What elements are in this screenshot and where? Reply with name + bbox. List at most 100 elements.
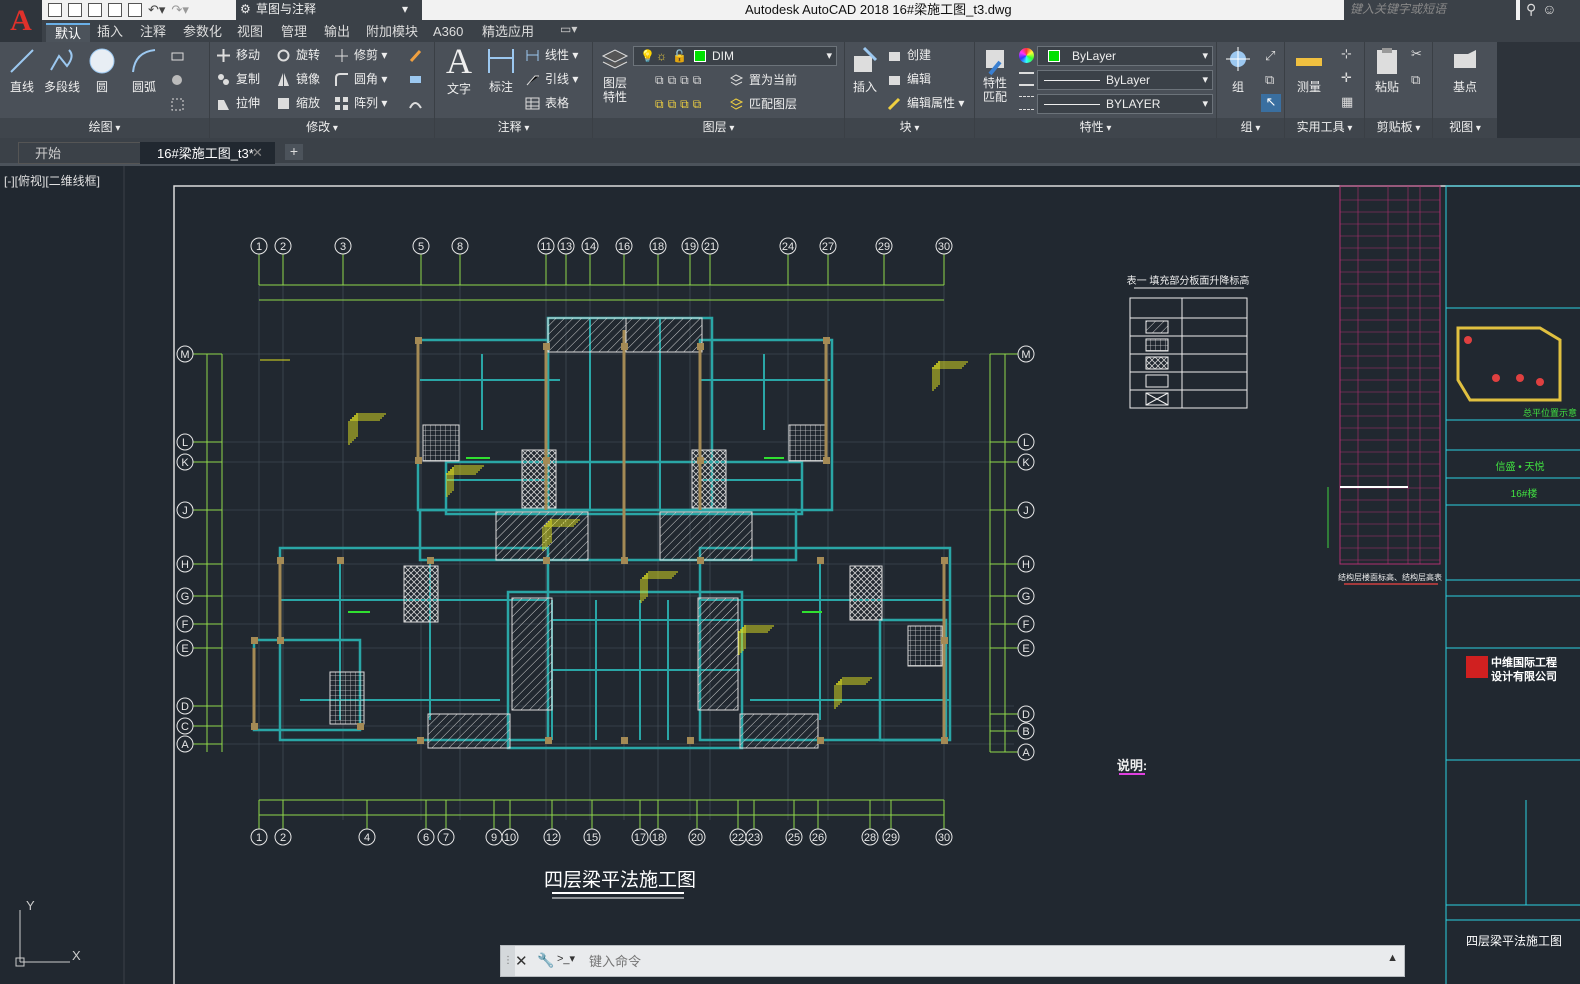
boundary-button[interactable] [170,94,204,114]
color-dropdown[interactable]: ByLayer [1037,46,1213,66]
base-view-button[interactable]: 基点 [1445,46,1485,94]
linear-dim-button[interactable]: 线性 ▾ [525,45,578,65]
grid-bubble-bottom: 4 [358,828,376,846]
tab-output[interactable]: 输出 [315,23,359,42]
wrench-icon[interactable]: 🔧 [537,952,554,969]
layer-properties-button[interactable]: 图层 特性 [597,46,633,104]
calculator-icon[interactable]: ▦ [1341,94,1353,110]
array-button[interactable]: 阵列 ▾ [334,93,387,113]
user-icon[interactable]: ☺ [1542,1,1562,17]
stretch-button[interactable]: 拉伸 [216,93,260,113]
trim-button[interactable]: 修剪 ▾ [334,45,387,65]
leader-button[interactable]: 引线 ▾ [525,69,578,89]
command-prompt-icon[interactable]: >_▾ [557,952,583,970]
tab-view[interactable]: 视图 [228,23,272,42]
cut-icon[interactable]: ✂ [1411,46,1422,62]
arc-button[interactable]: 圆弧 [126,46,162,94]
title-icons[interactable]: ⚲☺ [1520,0,1580,20]
layer-tools-row1[interactable]: ⧉⧉⧉⧉ [635,70,727,90]
polyline-button[interactable]: 多段线 [42,46,82,94]
tab-manage[interactable]: 管理 [272,23,316,42]
app-menu-button[interactable]: A [0,0,42,42]
groups-panel: 组 ⤢ ⧉ ↖ 组 [1217,42,1285,138]
edit-block-button[interactable]: 编辑 [887,69,931,89]
tab-annotate[interactable]: 注释 [131,23,175,42]
match-layer-button[interactable]: 匹配图层 [729,94,797,114]
view-panel-label[interactable]: 视图 [1433,118,1497,138]
command-input[interactable] [589,950,1369,972]
command-grip-handle[interactable]: ⋮ [501,946,515,976]
rectangle-button[interactable] [170,46,204,66]
save-as-icon[interactable] [108,3,122,17]
viewport-controls[interactable]: [-][俯视][二维线框] [4,172,100,189]
paste-button[interactable]: 粘贴 [1369,46,1405,94]
new-tab-button[interactable]: + [285,144,303,160]
close-tab-icon[interactable]: ✕ [252,142,263,163]
group-edit-icon[interactable]: ⧉ [1265,72,1274,88]
mirror-button[interactable]: 镜像 [276,69,320,89]
search-input[interactable]: 键入关键字或短语 [1344,0,1516,20]
create-block-button[interactable]: 创建 [887,45,931,65]
binoculars-icon[interactable]: ⚲ [1526,1,1542,17]
lineweight-dropdown[interactable]: BYLAYER [1037,94,1213,114]
edit-attribute-button[interactable]: 编辑属性 ▾ [887,93,964,113]
set-current-button[interactable]: 置为当前 [729,70,797,90]
id-point-icon[interactable]: ⊹ [1341,46,1352,62]
circle-button[interactable]: 圆 [86,46,118,94]
fillet-button[interactable]: 圆角 ▾ [334,69,387,89]
hatch-button[interactable] [170,70,204,90]
copy-button[interactable]: 复制 [216,69,260,89]
block-panel-label[interactable]: 块 [845,118,974,138]
properties-panel-label[interactable]: 特性 [975,118,1216,138]
measure-button[interactable]: 测量 [1291,46,1327,94]
modify-panel-label[interactable]: 修改 [210,118,434,138]
groups-panel-label[interactable]: 组 [1217,118,1284,138]
tab-addins[interactable]: 附加模块 [357,23,427,42]
redo-icon[interactable]: ↷▾ [171,2,188,18]
layers-panel-label[interactable]: 图层 [593,118,844,138]
tab-a360[interactable]: A360 [424,23,472,42]
tab-insert[interactable]: 插入 [88,23,132,42]
erase-button[interactable] [408,45,428,65]
new-file-icon[interactable] [48,3,62,17]
grid-bubble-right-label: L [1023,437,1029,449]
command-history-icon[interactable]: ▲ [1387,952,1398,964]
print-icon[interactable] [128,3,142,17]
drawing-canvas[interactable]: 1 2 3 5 8 11 13 14 16 18 19 21 24 27 29 301 2 4 6 7 9 10 12 15 1… [0,166,1580,984]
dimension-button[interactable]: 标注 [483,46,519,94]
tab-featured[interactable]: 精选应用 [473,23,543,42]
scale-button[interactable]: 缩放 [276,93,320,113]
offset-button[interactable] [408,93,428,113]
draw-panel-label[interactable]: 绘图 [0,118,209,138]
undo-icon[interactable]: ↶▾ [148,2,165,18]
ungroup-icon[interactable]: ⤢ [1265,48,1275,64]
open-file-icon[interactable] [68,3,82,17]
utilities-panel-label[interactable]: 实用工具 [1285,118,1364,138]
line-button[interactable]: 直线 [4,46,40,94]
layer-dropdown[interactable]: 💡 ☼ 🔓 DIM [633,46,837,66]
linetype-dropdown[interactable]: ByLayer [1037,70,1213,90]
quick-select-icon[interactable]: ✛ [1341,70,1352,86]
annotation-panel-label[interactable]: 注释 [435,118,592,138]
explode-button[interactable] [408,69,428,89]
tab-default[interactable]: 默认 [46,23,91,42]
text-button[interactable]: A 文字 [441,43,477,96]
insert-button[interactable]: 插入 [847,46,883,94]
copy-clip-icon[interactable]: ⧉ [1411,72,1420,88]
save-icon[interactable] [88,3,102,17]
tab-parametric[interactable]: 参数化 [174,23,231,42]
dimension-label: 标注 [488,80,513,94]
group-button[interactable]: 组 [1221,46,1255,94]
table-button[interactable]: 表格 [525,93,569,113]
line-label: 直线 [9,80,34,94]
workspace-dropdown[interactable]: 草图与注释 [236,0,422,20]
match-properties-button[interactable]: 特性 匹配 [977,46,1013,104]
rotate-button[interactable]: 旋转 [276,45,320,65]
close-icon[interactable]: ✕ [515,952,528,970]
ribbon-options-icon[interactable]: ▭▾ [560,22,577,36]
group-select-icon[interactable]: ↖ [1261,94,1281,112]
clipboard-panel-label[interactable]: 剪贴板 [1365,118,1432,138]
layer-tools-row2[interactable]: ⧉⧉⧉⧉ [635,94,727,114]
move-button[interactable]: 移动 [216,45,260,65]
tab-start[interactable]: 开始 [18,142,142,164]
